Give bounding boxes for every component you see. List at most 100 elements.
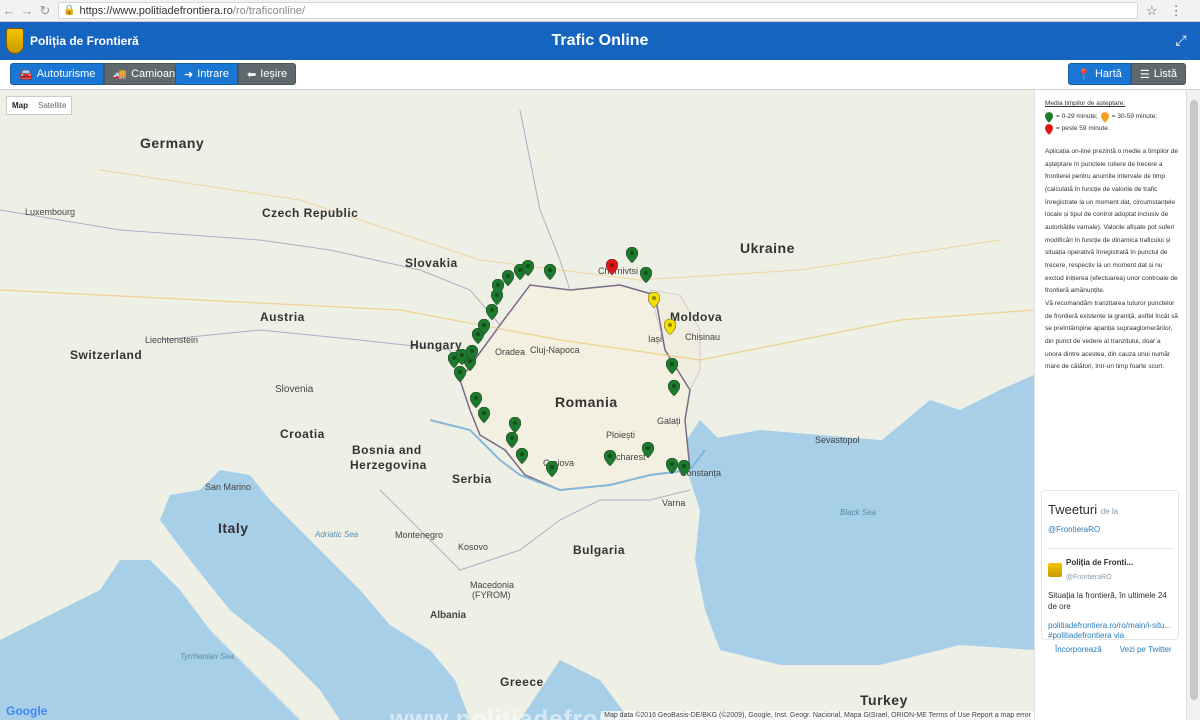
red-pin-icon (1045, 124, 1053, 136)
label-kosovo: Kosovo (458, 542, 489, 552)
fullscreen-icon[interactable]: ⤢ (1174, 33, 1188, 47)
green-border-pin-icon[interactable] (678, 460, 690, 476)
exit-button[interactable]: ⬅ Ieșire (238, 63, 297, 85)
tweets-title-text: Tweeturi (1048, 502, 1098, 517)
tweet-text: Situația la frontieră, în ultimele 24 de… (1048, 591, 1167, 612)
label-moldova: Moldova (670, 310, 723, 324)
map-view-button[interactable]: 📍 Hartă (1068, 63, 1131, 85)
green-border-pin-icon[interactable] (478, 319, 490, 335)
label-adriatic: Adriatic Sea (315, 530, 359, 539)
arrow-right-icon: ➜ (184, 68, 194, 81)
green-border-pin-icon[interactable] (486, 304, 498, 320)
map-pin-icon: 📍 (1077, 68, 1091, 81)
coat-of-arms-logo[interactable] (6, 28, 24, 54)
tweet-author-handle: @FrontieraRO (1066, 573, 1112, 581)
green-border-pin-icon[interactable] (466, 345, 478, 361)
map-type-map[interactable]: Map (7, 97, 33, 114)
label-croatia: Croatia (280, 427, 325, 441)
green-border-pin-icon[interactable] (604, 450, 616, 466)
label-herzegovina: Herzegovina (350, 458, 427, 472)
bookmark-star-icon[interactable]: ☆ (1146, 3, 1158, 19)
label-macedonia: Macedonia (470, 580, 515, 590)
yellow-border-pin-icon[interactable] (648, 292, 660, 308)
label-san-marino: San Marino (205, 482, 252, 492)
legend-row: = 0-29 minute; = 30-59 minute; (1045, 111, 1178, 124)
label-ploiesti: Ploiești (606, 430, 636, 440)
forward-icon[interactable]: → (18, 3, 36, 18)
green-border-pin-icon[interactable] (668, 380, 680, 396)
label-varna: Varna (662, 498, 686, 508)
view-group: 📍 Hartă ☰ Listă (1068, 63, 1186, 85)
back-icon[interactable]: ← (0, 3, 18, 18)
map-type-satellite[interactable]: Satellite (33, 97, 71, 114)
twitter-widget: Tweeturi de la @FrontieraRO Poliția de F… (1041, 490, 1179, 640)
label-greece: Greece (500, 675, 544, 689)
list-view-button[interactable]: ☰ Listă (1130, 63, 1186, 85)
arrow-left-icon: ⬅ (247, 68, 257, 81)
url-path: /ro/traficonline/ (232, 4, 306, 17)
toolbar: 🚘 Autoturisme 🚚 Camioane ➜ Intrare ⬅ Ieș… (0, 60, 1200, 90)
legend-row-red: = peste 59 minute. (1045, 123, 1178, 136)
label-italy: Italy (218, 520, 249, 536)
entry-button[interactable]: ➜ Intrare (175, 63, 239, 85)
list-view-label: Listă (1153, 68, 1177, 80)
map-background (0, 90, 1034, 720)
entry-label: Intrare (197, 68, 230, 80)
green-border-pin-icon[interactable] (544, 264, 556, 280)
green-border-pin-icon[interactable] (509, 417, 521, 433)
address-bar[interactable]: 🔒 https://www.politiadefrontiera.ro /ro/… (58, 2, 1138, 19)
green-border-pin-icon[interactable] (516, 448, 528, 464)
green-border-pin-icon[interactable] (506, 432, 518, 448)
label-montenegro: Montenegro (395, 530, 444, 540)
yellow-border-pin-icon[interactable] (664, 319, 676, 335)
page-scrollbar[interactable] (1186, 90, 1200, 720)
label-luxembourg: Luxembourg (25, 207, 76, 217)
label-slovakia: Slovakia (405, 256, 458, 270)
label-sevastopol: Sevastopol (815, 435, 860, 445)
vehicle-type-group: 🚘 Autoturisme 🚚 Camioane (10, 63, 191, 85)
browser-menu-icon[interactable]: ⋮ (1170, 3, 1183, 19)
label-ukraine: Ukraine (740, 240, 795, 256)
green-border-pin-icon[interactable] (470, 392, 482, 408)
label-black-sea: Black Sea (840, 508, 877, 517)
truck-icon: 🚚 (113, 68, 128, 81)
label-albania: Albania (430, 610, 467, 621)
red-border-pin-icon[interactable] (606, 259, 618, 275)
green-border-pin-icon[interactable] (642, 442, 654, 458)
green-border-pin-icon[interactable] (522, 260, 534, 276)
label-germany: Germany (140, 135, 205, 151)
label-czech: Czech Republic (262, 206, 359, 220)
brand-name[interactable]: Poliția de Frontieră (30, 34, 139, 48)
green-border-pin-icon[interactable] (666, 358, 678, 374)
label-hungary: Hungary (410, 338, 463, 352)
map-type-control: Map Satellite (6, 96, 73, 115)
label-oradea: Oradea (495, 347, 526, 357)
browser-bar: ← → ↻ 🔒 https://www.politiadefrontiera.r… (0, 0, 1200, 22)
cars-label: Autoturisme (36, 68, 96, 80)
green-border-pin-icon[interactable] (502, 270, 514, 286)
cars-button[interactable]: 🚘 Autoturisme (10, 63, 105, 85)
label-switzerland: Switzerland (70, 348, 143, 362)
embed-link[interactable]: Încorporează (1055, 642, 1102, 658)
tweet-author[interactable]: Poliția de Fronti... @FrontieraRO (1048, 555, 1172, 584)
tweet-link-text[interactable]: politiadefrontiera.ro/ro/main/i-situ... … (1048, 621, 1171, 640)
green-pin-icon (1045, 111, 1053, 123)
map[interactable]: Map Satellite Germany Czech Republic Slo… (0, 90, 1034, 720)
app-header: Poliția de Frontieră Trafic Online ⤢ (0, 22, 1200, 60)
google-logo: Google (6, 704, 48, 718)
green-border-pin-icon[interactable] (640, 267, 652, 283)
tweets-handle[interactable]: @FrontieraRO (1048, 522, 1172, 538)
label-austria: Austria (260, 310, 305, 324)
green-border-pin-icon[interactable] (666, 458, 678, 474)
label-slovenia: Slovenia (275, 384, 314, 395)
map-attribution: Map data ©2016 GeoBasis-DE/BKG (©2009), … (601, 711, 1034, 720)
direction-group: ➜ Intrare ⬅ Ieșire (175, 63, 297, 85)
scroll-thumb[interactable] (1190, 100, 1198, 700)
tweet-link[interactable]: politiadefrontiera.ro/ro/main/i-situ... … (1048, 621, 1172, 642)
green-border-pin-icon[interactable] (546, 461, 558, 477)
reload-icon[interactable]: ↻ (36, 3, 54, 19)
green-border-pin-icon[interactable] (478, 407, 490, 423)
info-panel: Media timpilor de așteptare: = 0-29 minu… (1034, 90, 1186, 720)
view-on-twitter-link[interactable]: Vezi pe Twitter (1120, 642, 1172, 658)
green-border-pin-icon[interactable] (626, 247, 638, 263)
